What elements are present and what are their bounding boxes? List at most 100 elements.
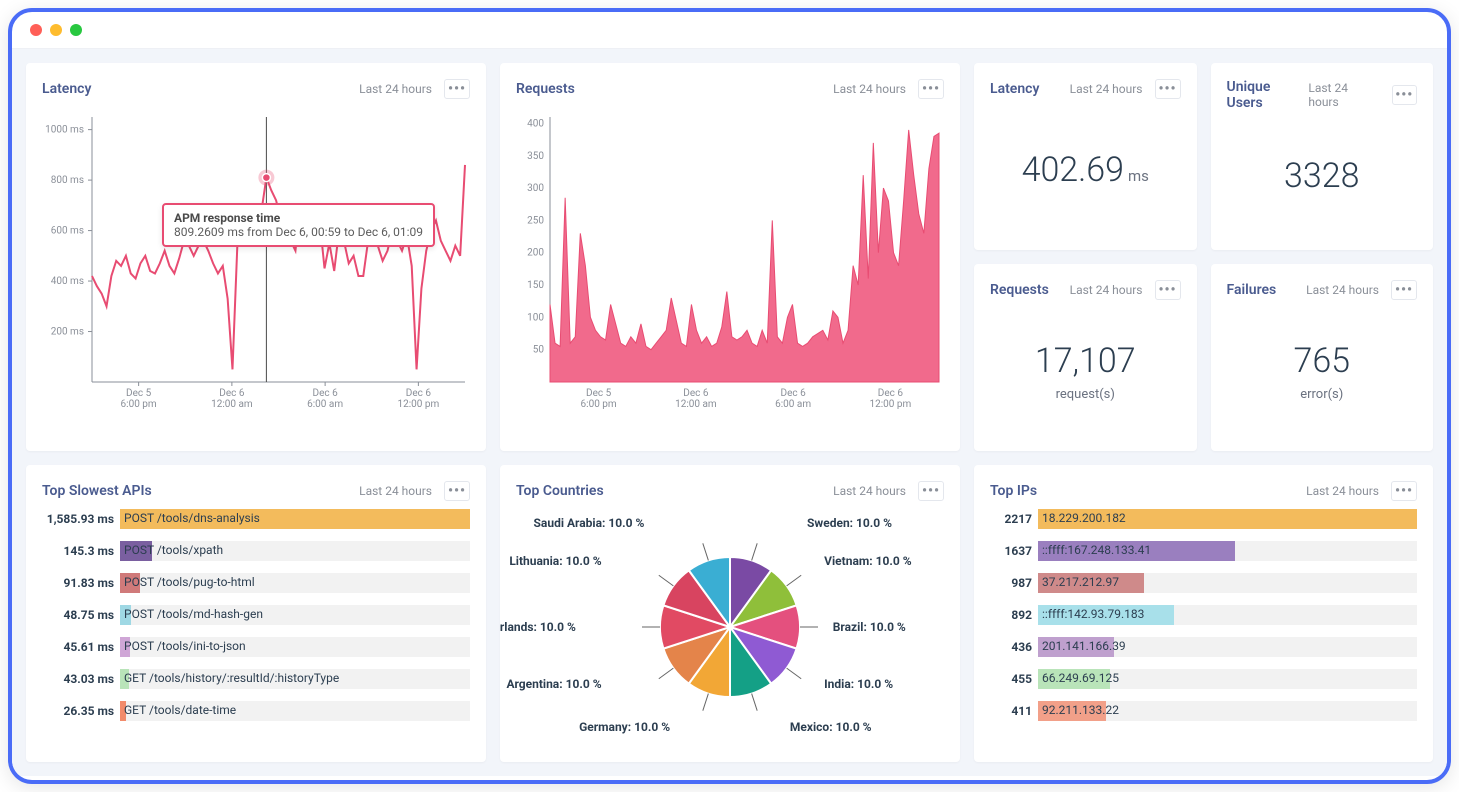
more-menu-icon[interactable]: ••• bbox=[444, 481, 470, 501]
requests-chart[interactable]: 50100150200250300350400Dec 56:00 pmDec 6… bbox=[516, 107, 944, 435]
ip-row[interactable]: 41192.211.133.22 bbox=[990, 701, 1417, 721]
more-menu-icon[interactable]: ••• bbox=[1392, 85, 1417, 105]
ip-row[interactable]: 2217 18.229.200.182 bbox=[990, 509, 1417, 529]
more-menu-icon[interactable]: ••• bbox=[1155, 280, 1181, 300]
maximize-window-dot[interactable] bbox=[70, 24, 82, 36]
top-countries-panel: Top Countries Last 24 hours ••• Sweden: … bbox=[500, 465, 960, 763]
close-window-dot[interactable] bbox=[30, 24, 42, 36]
svg-text:400: 400 bbox=[527, 118, 544, 129]
panel-title: Top Slowest APIs bbox=[42, 483, 152, 499]
api-row[interactable]: 26.35 msGET /tools/date-time bbox=[42, 701, 470, 721]
time-range-label[interactable]: Last 24 hours bbox=[1306, 283, 1379, 297]
time-range-label[interactable]: Last 24 hours bbox=[1070, 82, 1143, 96]
kpi-value: 402.69 bbox=[1022, 150, 1124, 190]
ip-bar: ::ffff:142.93.79.183 bbox=[1038, 605, 1417, 625]
ip-bar: 66.249.69.125 bbox=[1038, 669, 1417, 689]
more-menu-icon[interactable]: ••• bbox=[444, 79, 470, 99]
api-list: 1,585.93 msPOST /tools/dns-analysis 145.3… bbox=[42, 509, 470, 721]
ip-row[interactable]: 1637::ffff:167.248.133.41 bbox=[990, 541, 1417, 561]
kpi-failures: Failures Last 24 hours ••• 765 error(s) bbox=[1211, 264, 1434, 451]
api-label: POST /tools/pug-to-html bbox=[124, 575, 255, 589]
time-range-label[interactable]: Last 24 hours bbox=[1070, 283, 1143, 297]
svg-text:300: 300 bbox=[527, 183, 544, 194]
svg-text:Dec 6: Dec 6 bbox=[313, 388, 339, 399]
title-bar bbox=[12, 12, 1447, 49]
countries-pie-chart[interactable]: Sweden: 10.0 %Vietnam: 10.0 %Brazil: 10.… bbox=[516, 509, 944, 747]
panel-title: Latency bbox=[990, 81, 1039, 97]
ip-row[interactable]: 892::ffff:142.93.79.183 bbox=[990, 605, 1417, 625]
ip-count: 2217 bbox=[990, 512, 1032, 526]
api-latency-value: 48.75 ms bbox=[42, 608, 114, 622]
more-menu-icon[interactable]: ••• bbox=[1391, 280, 1417, 300]
time-range-label[interactable]: Last 24 hours bbox=[1308, 81, 1379, 109]
slowest-apis-panel: Top Slowest APIs Last 24 hours ••• 1,585… bbox=[26, 465, 486, 763]
svg-text:1000 ms: 1000 ms bbox=[45, 125, 84, 136]
api-latency-value: 43.03 ms bbox=[42, 672, 114, 686]
pie-slice-label: Netherlands: 10.0 % bbox=[500, 620, 576, 634]
ip-count: 987 bbox=[990, 576, 1032, 590]
api-bar: POST /tools/md-hash-gen bbox=[120, 605, 470, 625]
svg-text:Dec 6: Dec 6 bbox=[878, 388, 904, 399]
ip-list: 2217 18.229.200.1821637::ffff:167.248.133… bbox=[990, 509, 1417, 721]
ip-row[interactable]: 987 37.217.212.97 bbox=[990, 573, 1417, 593]
svg-text:Dec 6: Dec 6 bbox=[683, 388, 709, 399]
svg-text:250: 250 bbox=[527, 215, 544, 226]
window-frame: Latency Last 24 hours ••• 200 ms400 ms60… bbox=[8, 8, 1451, 784]
kpi-requests: Requests Last 24 hours ••• 17,107 reques… bbox=[974, 264, 1197, 451]
time-range-label[interactable]: Last 24 hours bbox=[359, 484, 432, 498]
latency-panel: Latency Last 24 hours ••• 200 ms400 ms60… bbox=[26, 63, 486, 451]
api-row[interactable]: 45.61 msPOST /tools/ini-to-json bbox=[42, 637, 470, 657]
ip-address: 37.217.212.97 bbox=[1042, 575, 1119, 589]
more-menu-icon[interactable]: ••• bbox=[918, 79, 944, 99]
kpi-unit: ms bbox=[1128, 167, 1149, 185]
ip-count: 892 bbox=[990, 608, 1032, 622]
ip-row[interactable]: 436201.141.166.39 bbox=[990, 637, 1417, 657]
kpi-sub: request(s) bbox=[1056, 387, 1115, 402]
requests-panel: Requests Last 24 hours ••• 5010015020025… bbox=[500, 63, 960, 451]
kpi-sub: error(s) bbox=[1300, 387, 1343, 402]
api-label: GET /tools/date-time bbox=[124, 703, 236, 717]
latency-chart[interactable]: 200 ms400 ms600 ms800 ms1000 msDec 56:00… bbox=[42, 107, 470, 435]
pie-slice-label: Lithuania: 10.0 % bbox=[509, 554, 601, 568]
kpi-unique-users: Unique Users Last 24 hours ••• 3328 bbox=[1211, 63, 1434, 250]
api-latency-value: 91.83 ms bbox=[42, 576, 114, 590]
time-range-label[interactable]: Last 24 hours bbox=[1306, 484, 1379, 498]
svg-text:6:00 am: 6:00 am bbox=[775, 399, 811, 410]
pie-slice-label: India: 10.0 % bbox=[824, 677, 893, 691]
api-row[interactable]: 1,585.93 msPOST /tools/dns-analysis bbox=[42, 509, 470, 529]
pie-slice-label: Mexico: 10.0 % bbox=[790, 720, 872, 734]
svg-text:12:00 pm: 12:00 pm bbox=[397, 399, 439, 410]
kpi-value: 765 bbox=[1293, 341, 1350, 381]
svg-text:50: 50 bbox=[533, 345, 545, 356]
api-row[interactable]: 91.83 ms POST /tools/pug-to-html bbox=[42, 573, 470, 593]
kpi-latency: Latency Last 24 hours ••• 402.69ms bbox=[974, 63, 1197, 250]
api-bar: POST /tools/xpath bbox=[120, 541, 470, 561]
svg-text:150: 150 bbox=[527, 280, 544, 291]
time-range-label[interactable]: Last 24 hours bbox=[833, 82, 906, 96]
kpi-value: 3328 bbox=[1284, 156, 1359, 196]
pie-slice-label: Saudi Arabia: 10.0 % bbox=[534, 516, 645, 530]
more-menu-icon[interactable]: ••• bbox=[1155, 79, 1181, 99]
time-range-label[interactable]: Last 24 hours bbox=[833, 484, 906, 498]
svg-text:200 ms: 200 ms bbox=[51, 327, 84, 338]
time-range-label[interactable]: Last 24 hours bbox=[359, 82, 432, 96]
api-latency-value: 1,585.93 ms bbox=[42, 512, 114, 526]
more-menu-icon[interactable]: ••• bbox=[1391, 481, 1417, 501]
kpi-grid: Latency Last 24 hours ••• 402.69ms Uniqu… bbox=[974, 63, 1433, 451]
ip-bar: ::ffff:167.248.133.41 bbox=[1038, 541, 1417, 561]
svg-text:12:00 pm: 12:00 pm bbox=[869, 399, 911, 410]
ip-count: 411 bbox=[990, 704, 1032, 718]
api-bar: POST /tools/pug-to-html bbox=[120, 573, 470, 593]
ip-row[interactable]: 45566.249.69.125 bbox=[990, 669, 1417, 689]
panel-title: Requests bbox=[516, 81, 575, 97]
pie-slice-label: Argentina: 10.0 % bbox=[506, 677, 601, 691]
ip-address: 66.249.69.125 bbox=[1042, 671, 1119, 685]
api-row[interactable]: 145.3 msPOST /tools/xpath bbox=[42, 541, 470, 561]
api-row[interactable]: 48.75 ms POST /tools/md-hash-gen bbox=[42, 605, 470, 625]
ip-bar: 18.229.200.182 bbox=[1038, 509, 1417, 529]
top-ips-panel: Top IPs Last 24 hours ••• 221718.229.200… bbox=[974, 465, 1433, 763]
more-menu-icon[interactable]: ••• bbox=[918, 481, 944, 501]
ip-address: ::ffff:167.248.133.41 bbox=[1042, 543, 1151, 557]
api-row[interactable]: 43.03 msGET /tools/history/:resultId/:hi… bbox=[42, 669, 470, 689]
minimize-window-dot[interactable] bbox=[50, 24, 62, 36]
